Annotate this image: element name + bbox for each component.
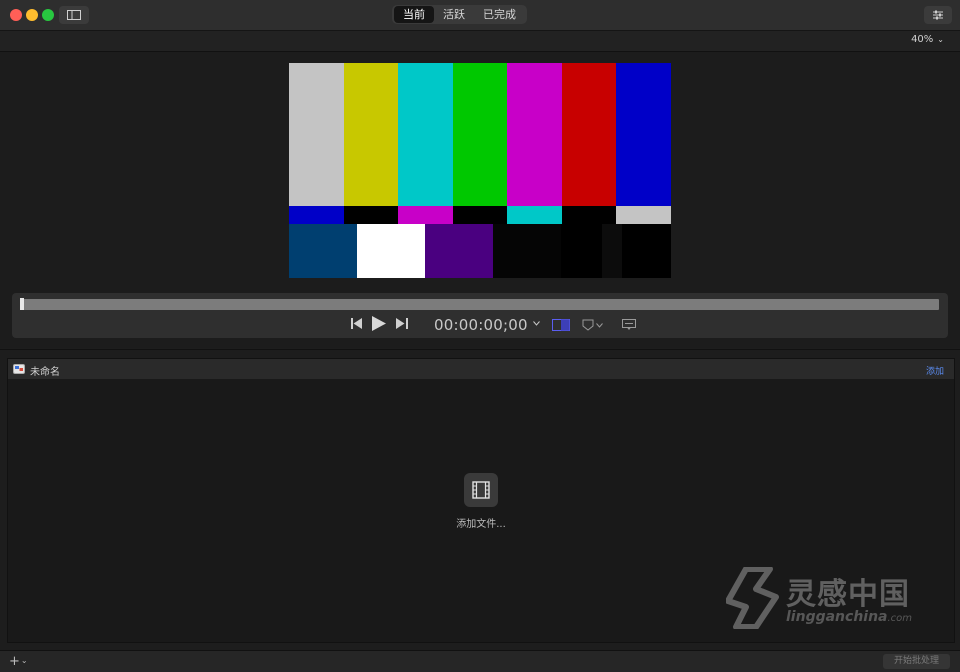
transport-controls: 00:00:00;00 (12, 293, 948, 338)
color-bar (616, 63, 672, 206)
batch-header: 未命名 添加 (8, 359, 954, 379)
viewer-layout-icon[interactable] (552, 319, 570, 331)
title-bar: 当前 活跃 已完成 (0, 0, 960, 31)
color-bar (289, 63, 344, 206)
tab-current[interactable]: 当前 (394, 6, 434, 23)
sidebar-toggle-button[interactable] (59, 6, 89, 24)
color-bar (493, 224, 561, 278)
add-button[interactable]: 添加 (926, 364, 944, 377)
chevron-down-icon: ⌄ (937, 35, 944, 44)
color-bar (398, 63, 453, 206)
timecode-chevron-icon[interactable] (533, 321, 540, 326)
footer-bar: +⌄ 开始批处理 (0, 650, 960, 672)
marker-chevron-icon[interactable] (596, 323, 603, 328)
split-divider[interactable] (0, 349, 960, 350)
sliders-icon (933, 10, 943, 20)
add-files-button[interactable] (464, 473, 498, 507)
scrubber-bar[interactable] (20, 299, 939, 310)
color-bar (343, 206, 399, 224)
bars-middle-row (289, 206, 672, 224)
add-files-label: 添加文件... (456, 519, 506, 530)
color-bar (507, 63, 562, 206)
compressor-batch-icon (13, 364, 25, 374)
watermark-en: lingganchina.com (786, 609, 912, 625)
skip-forward-icon[interactable] (396, 318, 408, 329)
tab-completed[interactable]: 已完成 (474, 6, 525, 23)
bars-top-row (289, 63, 672, 206)
color-bar (507, 206, 562, 224)
watermark-suffix: .com (887, 613, 913, 624)
skip-back-icon[interactable] (351, 318, 363, 329)
add-files-dropzone[interactable]: 添加文件... (453, 473, 509, 530)
add-menu-button[interactable]: +⌄ (9, 654, 28, 669)
color-bar (425, 224, 493, 278)
sidebar-toggle-icon (67, 10, 81, 20)
status-tabs: 当前 活跃 已完成 (392, 5, 527, 24)
color-bar (602, 224, 622, 278)
watermark-en-text: lingganchina (786, 609, 888, 625)
play-icon[interactable] (372, 316, 386, 331)
close-window-button[interactable] (10, 9, 22, 21)
settings-button[interactable] (924, 6, 952, 24)
film-icon (472, 481, 490, 499)
color-bar (561, 206, 617, 224)
color-bar (561, 224, 602, 278)
caption-icon[interactable] (622, 319, 636, 331)
color-bar (289, 206, 344, 224)
color-bar (357, 224, 425, 278)
watermark-cn: 灵感中国 (786, 577, 910, 612)
start-batch-button[interactable]: 开始批处理 (882, 654, 950, 669)
marker-icon[interactable] (582, 319, 594, 331)
color-bar (343, 63, 399, 206)
zoom-window-button[interactable] (42, 9, 54, 21)
color-bar (452, 206, 508, 224)
watermark-logo-icon (726, 567, 779, 629)
playhead-handle[interactable] (20, 298, 24, 310)
bars-bottom-row (289, 224, 671, 278)
watermark: 灵感中国 lingganchina.com (726, 567, 940, 633)
color-bar (561, 63, 617, 206)
plus-icon: + (9, 654, 20, 669)
color-bar (622, 224, 671, 278)
color-bar (289, 224, 357, 278)
color-bar (398, 206, 453, 224)
zoom-level: 40% (911, 34, 934, 45)
timecode-display[interactable]: 00:00:00;00 (434, 316, 528, 334)
tab-active[interactable]: 活跃 (434, 6, 474, 23)
minimize-window-button[interactable] (26, 9, 38, 21)
color-bar (616, 206, 672, 224)
color-bars-preview (289, 63, 672, 278)
zoom-popup[interactable]: 40% ⌄ (911, 34, 944, 45)
color-bar (452, 63, 508, 206)
viewer-toolbar: 40% ⌄ (0, 31, 960, 52)
chevron-down-icon: ⌄ (20, 656, 28, 665)
batch-name[interactable]: 未命名 (30, 363, 60, 378)
